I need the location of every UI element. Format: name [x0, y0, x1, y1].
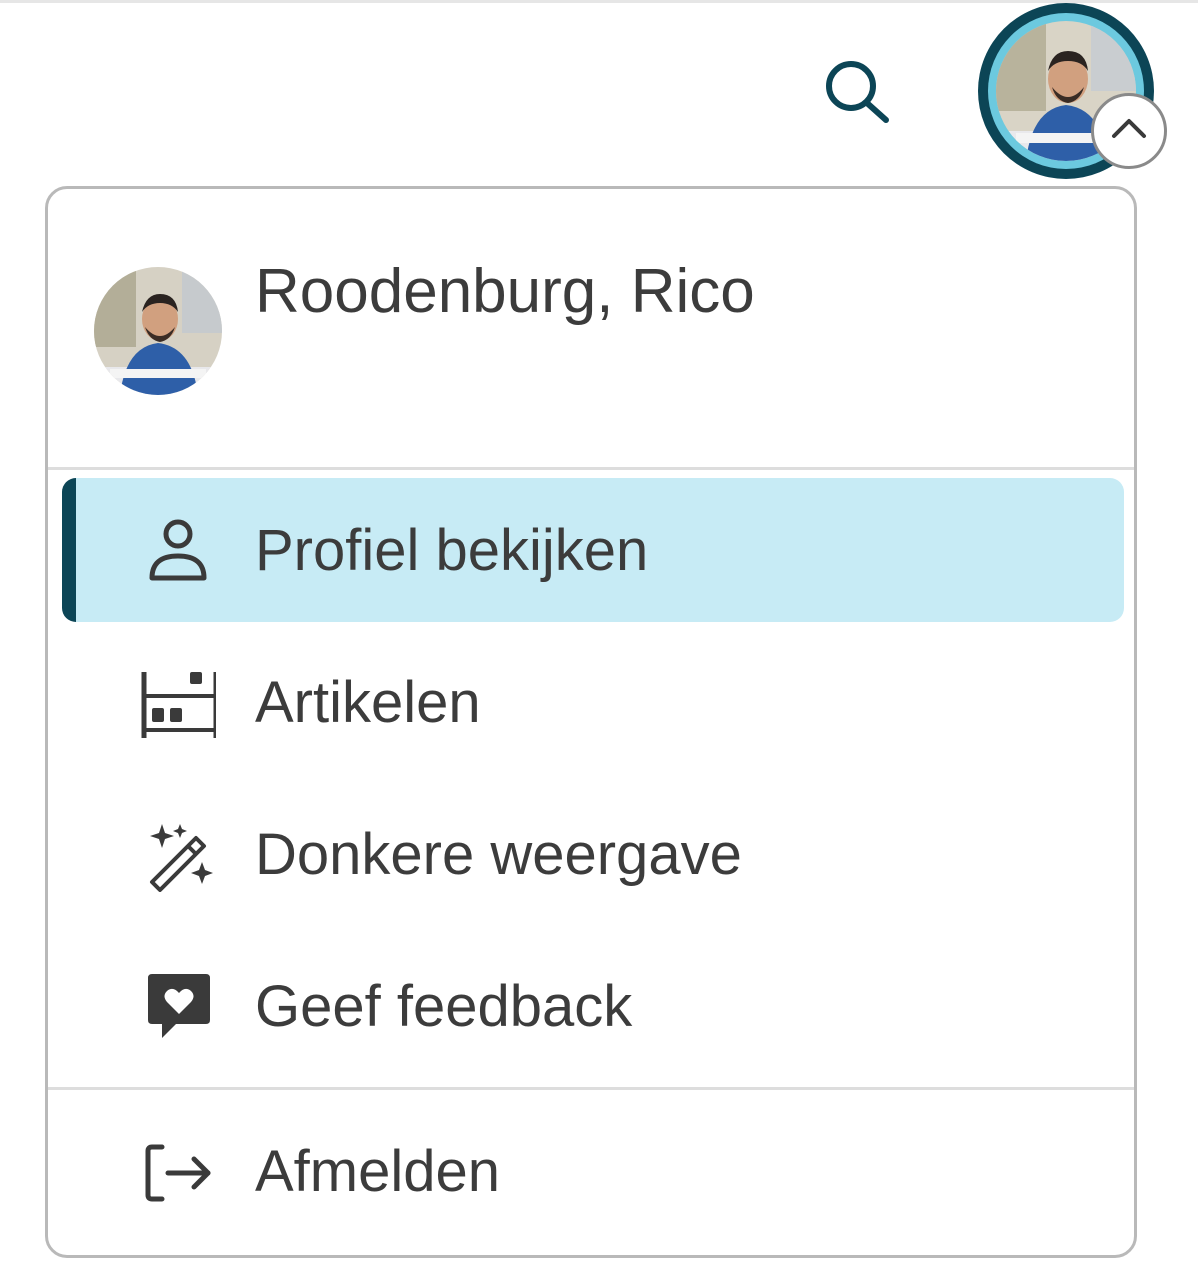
menu-item-dark-mode[interactable]: Donkere weergave: [62, 782, 1124, 926]
menu-item-view-profile[interactable]: Profiel bekijken: [62, 478, 1124, 622]
menu-item-sign-out[interactable]: Afmelden: [62, 1099, 1124, 1243]
user-avatar: [94, 267, 222, 395]
menu-item-articles[interactable]: Artikelen: [62, 630, 1124, 774]
sign-out-icon: [145, 1144, 211, 1202]
feedback-heart-icon: [148, 974, 210, 1038]
divider: [48, 1087, 1134, 1090]
magic-wand-icon: [150, 824, 213, 892]
search-icon: [826, 61, 889, 123]
account-menu-button[interactable]: [978, 3, 1167, 179]
chevron-badge: [1091, 93, 1167, 169]
menu-item-label: Profiel bekijken: [255, 518, 649, 583]
chevron-up-icon: [1112, 119, 1146, 138]
user-name: Roodenburg, Rico: [255, 257, 755, 326]
menu-item-label: Afmelden: [255, 1139, 501, 1204]
divider: [48, 467, 1134, 470]
menu-item-give-feedback[interactable]: Geef feedback: [62, 934, 1124, 1078]
search-button[interactable]: [818, 56, 896, 130]
menu-item-label: Donkere weergave: [255, 822, 742, 887]
menu-item-label: Geef feedback: [255, 974, 633, 1039]
account-dropdown-menu: Roodenburg, Rico Profiel bekijken Artike…: [45, 186, 1137, 1258]
person-icon: [149, 519, 207, 581]
articles-icon: [141, 672, 216, 738]
menu-item-label: Artikelen: [255, 670, 481, 735]
